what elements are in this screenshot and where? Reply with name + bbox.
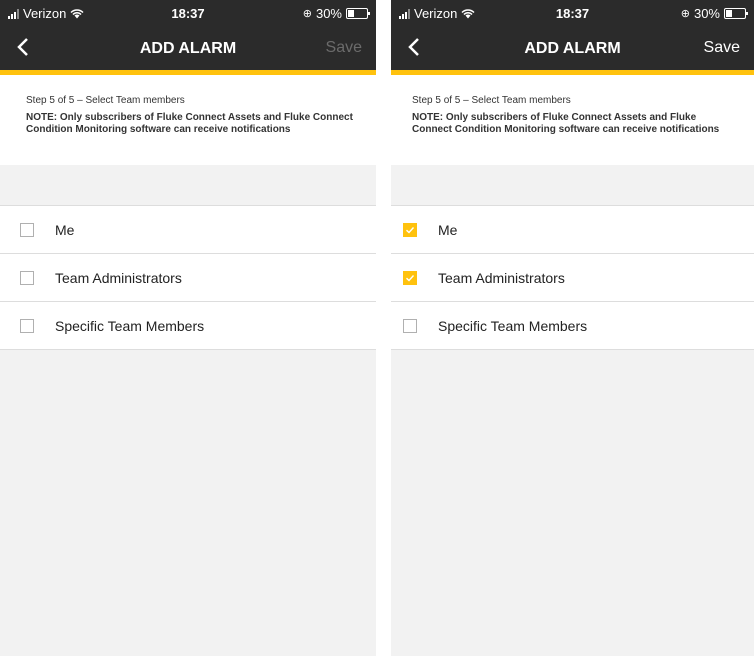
checkbox-icon[interactable] (20, 270, 34, 285)
option-label: Team Administrators (55, 269, 182, 286)
status-bar: Verizon 18:37 ⊕ 30% (0, 0, 376, 26)
option-label: Team Administrators (438, 269, 565, 286)
battery-area: ⊕ 30% (680, 6, 748, 21)
recipient-options: Me Team Administrators Specific Team Mem… (0, 205, 376, 350)
step-text: Step 5 of 5 – Select Team members (412, 95, 571, 106)
option-team-administrators[interactable]: Team Administrators (0, 254, 376, 302)
status-bar: Verizon 18:37 ⊕ 30% (391, 0, 754, 26)
option-team-administrators[interactable]: Team Administrators (391, 254, 754, 302)
option-specific-team-members[interactable]: Specific Team Members (0, 302, 376, 350)
note-text: NOTE: Only subscribers of Fluke Connect … (26, 112, 353, 135)
section-spacer (391, 165, 754, 205)
option-me[interactable]: Me (391, 206, 754, 254)
phone-screen-before: Verizon 18:37 ⊕ 30% ADD ALARM Save Step … (0, 0, 376, 656)
option-specific-team-members[interactable]: Specific Team Members (391, 302, 754, 350)
battery-area: ⊕ 30% (302, 6, 370, 21)
save-button[interactable]: Save (704, 39, 740, 57)
checkbox-checked-icon[interactable] (403, 270, 417, 285)
phone-screen-after: Verizon 18:37 ⊕ 30% ADD ALARM Save Step … (391, 0, 754, 656)
checkbox-checked-icon[interactable] (403, 222, 417, 237)
note-text: NOTE: Only subscribers of Fluke Connect … (412, 112, 720, 135)
page-title: ADD ALARM (524, 40, 621, 57)
rotation-lock-icon: ⊕ (680, 8, 690, 20)
battery-percent: 30% (693, 6, 720, 21)
battery-icon (724, 8, 748, 19)
nav-bar: ADD ALARM Save (391, 26, 754, 75)
step-info: Step 5 of 5 – Select Team members NOTE: … (391, 75, 754, 165)
page-title: ADD ALARM (139, 40, 237, 57)
battery-icon (346, 8, 370, 19)
checkmark-icon (406, 226, 415, 233)
step-text: Step 5 of 5 – Select Team members (26, 95, 185, 106)
nav-bar: ADD ALARM Save (0, 26, 376, 75)
section-spacer (0, 165, 376, 205)
checkbox-icon[interactable] (20, 222, 34, 237)
recipient-options: Me Team Administrators Specific Team Mem… (391, 205, 754, 350)
option-label: Specific Team Members (55, 317, 205, 334)
option-label: Me (55, 221, 75, 238)
step-info: Step 5 of 5 – Select Team members NOTE: … (0, 75, 376, 165)
option-me[interactable]: Me (0, 206, 376, 254)
checkbox-icon[interactable] (403, 318, 417, 333)
checkmark-icon (406, 274, 415, 281)
battery-percent: 30% (315, 6, 342, 21)
rotation-lock-icon: ⊕ (302, 8, 312, 20)
option-label: Me (438, 221, 458, 238)
checkbox-icon[interactable] (20, 318, 34, 333)
option-label: Specific Team Members (438, 317, 588, 334)
save-button[interactable]: Save (326, 39, 362, 57)
